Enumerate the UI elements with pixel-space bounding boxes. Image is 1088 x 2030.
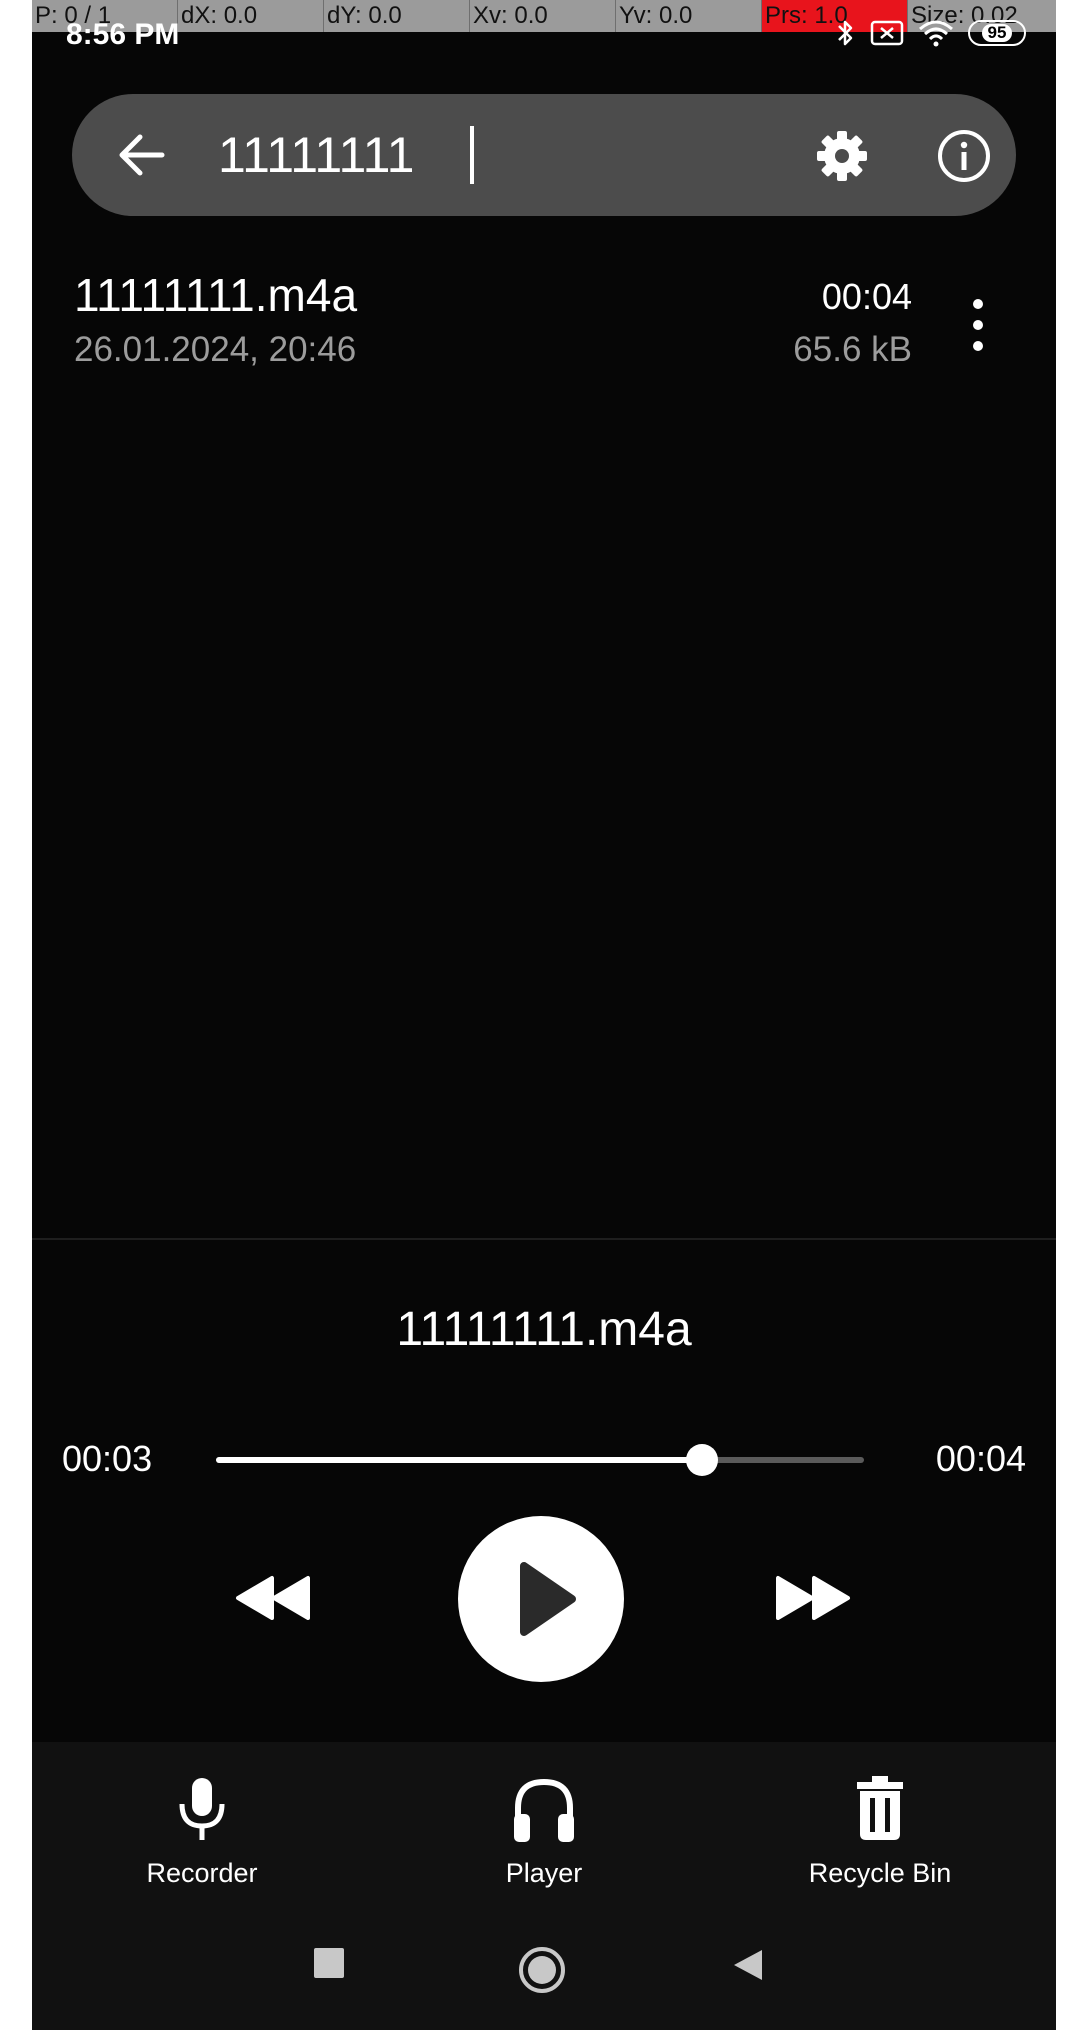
fast-forward-icon[interactable]: [772, 1570, 852, 1626]
player-title: 11111111.m4a: [396, 1303, 692, 1356]
trash-icon: [857, 1776, 903, 1840]
current-time: 00:03: [62, 1438, 153, 1479]
recording-size: 65.6 kB: [793, 330, 912, 369]
nav-label-recycle-bin: Recycle Bin: [808, 1858, 952, 1888]
recording-list-item[interactable]: 11111111.m4a 26.01.2024, 20:46 00:04 65.…: [32, 254, 1056, 384]
search-bar: [72, 94, 1016, 216]
play-button[interactable]: [458, 1516, 624, 1682]
nav-item-recorder[interactable]: Recorder: [82, 1776, 322, 1896]
status-icons: 95: [836, 18, 1026, 48]
home-circle-icon[interactable]: [518, 1946, 566, 1994]
seek-thumb[interactable]: [686, 1444, 718, 1476]
debug-xv: Xv: 0.0: [470, 0, 616, 32]
nav-item-player[interactable]: Player: [424, 1776, 664, 1896]
seek-bar[interactable]: [216, 1444, 864, 1476]
nav-label-player: Player: [505, 1858, 583, 1888]
nav-label-recorder: Recorder: [146, 1858, 258, 1888]
battery-level: 95: [981, 24, 1013, 42]
debug-dy: dY: 0.0: [324, 0, 470, 32]
debug-dx: dX: 0.0: [178, 0, 324, 32]
recording-date: 26.01.2024, 20:46: [74, 330, 357, 369]
debug-yv: Yv: 0.0: [616, 0, 762, 32]
nav-item-recycle-bin[interactable]: Recycle Bin: [760, 1776, 1000, 1896]
play-icon: [520, 1562, 576, 1636]
seek-progress: [216, 1457, 702, 1463]
back-arrow-icon[interactable]: [118, 132, 166, 178]
battery-icon: 95: [968, 20, 1026, 46]
rewind-icon[interactable]: [234, 1570, 314, 1626]
gear-icon[interactable]: [814, 128, 870, 184]
search-input[interactable]: [218, 120, 638, 190]
total-time: 00:04: [935, 1438, 1026, 1479]
text-cursor: [470, 126, 474, 184]
screen-cast-icon: [870, 20, 904, 46]
recording-name: 11111111.m4a: [74, 269, 358, 321]
more-options-icon[interactable]: [964, 294, 992, 356]
bottom-navigation: Recorder Player Recycle Bin: [32, 1742, 1056, 2030]
headphones-icon: [514, 1778, 574, 1842]
app-screen: P: 0 / 1 dX: 0.0 dY: 0.0 Xv: 0.0 Yv: 0.0…: [32, 0, 1056, 2030]
status-time: 8:56 PM: [66, 18, 180, 51]
recording-duration: 00:04: [821, 276, 912, 317]
wifi-icon: [919, 20, 953, 47]
bluetooth-icon: [838, 20, 853, 46]
player-divider: [32, 1238, 1056, 1240]
info-icon[interactable]: [936, 128, 992, 184]
recents-square-icon[interactable]: [314, 1948, 344, 1978]
microphone-icon: [179, 1778, 225, 1840]
back-triangle-icon[interactable]: [732, 1948, 764, 1982]
